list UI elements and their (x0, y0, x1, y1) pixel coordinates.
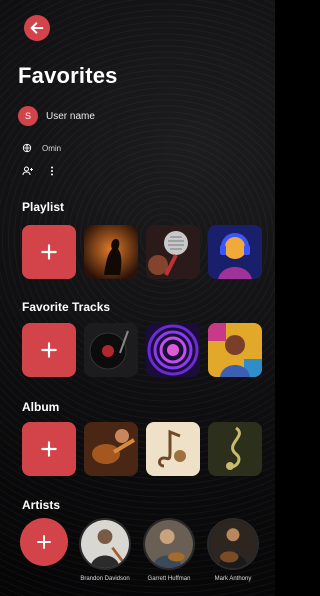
artist-item[interactable]: Mark Anthony (198, 518, 268, 582)
globe-icon (22, 143, 32, 153)
plus-icon (37, 535, 51, 549)
artist-avatar (207, 518, 259, 570)
artist-photo-image (209, 520, 257, 568)
playlist-section-title: Playlist (22, 200, 65, 214)
artist-avatar (79, 518, 131, 570)
artist-item[interactable]: Garrett Huffman (134, 518, 204, 582)
album-thumbnail[interactable] (208, 422, 262, 476)
track-thumbnail[interactable] (208, 323, 262, 377)
artist-photo-image (81, 520, 129, 568)
track-cover-image (84, 323, 138, 377)
avatar: S (18, 106, 38, 126)
artist-name: Brandon Davidson (80, 576, 130, 582)
playlist-thumbnail[interactable] (208, 225, 262, 279)
album-row (22, 422, 267, 476)
profile-actions (22, 165, 58, 177)
track-thumbnail[interactable] (84, 323, 138, 377)
artist-photo-image (145, 520, 193, 568)
album-thumbnail[interactable] (84, 422, 138, 476)
artist-name: Garrett Huffman (147, 576, 191, 582)
plus-icon (41, 244, 57, 260)
album-section-title: Album (22, 400, 60, 414)
playlist-cover-image (208, 225, 262, 279)
favorite-tracks-section-title: Favorite Tracks (22, 300, 111, 314)
artist-name: Mark Anthony (214, 576, 252, 582)
location-row: Omin (22, 143, 61, 153)
favorite-tracks-row (22, 323, 267, 377)
add-playlist-button[interactable] (22, 225, 76, 279)
album-cover-image (146, 422, 200, 476)
artist-item[interactable]: Brandon Davidson (70, 518, 140, 582)
playlist-row (22, 225, 267, 279)
more-vertical-icon[interactable] (46, 165, 58, 177)
add-user-icon[interactable] (22, 165, 34, 177)
artists-section-title: Artists (22, 498, 61, 512)
add-artist-button[interactable] (20, 518, 68, 566)
plus-icon (41, 441, 57, 457)
album-cover-image (84, 422, 138, 476)
artist-avatar (143, 518, 195, 570)
track-cover-image (146, 323, 200, 377)
playlist-cover-image (84, 225, 138, 279)
back-button[interactable] (24, 15, 50, 41)
track-cover-image (208, 323, 262, 377)
album-cover-image (208, 422, 262, 476)
user-row[interactable]: S User name (18, 106, 95, 126)
favorites-screen: Favorites S User name Omin Playlist Favo… (0, 0, 275, 596)
playlist-cover-image (146, 225, 200, 279)
location-text: Omin (42, 143, 62, 153)
plus-icon (41, 342, 57, 358)
playlist-thumbnail[interactable] (146, 225, 200, 279)
album-thumbnail[interactable] (146, 422, 200, 476)
page-title: Favorites (18, 63, 118, 88)
add-track-button[interactable] (22, 323, 76, 377)
arrow-left-icon (30, 22, 44, 34)
add-album-button[interactable] (22, 422, 76, 476)
user-name: User name (46, 110, 95, 122)
playlist-thumbnail[interactable] (84, 225, 138, 279)
track-thumbnail[interactable] (146, 323, 200, 377)
